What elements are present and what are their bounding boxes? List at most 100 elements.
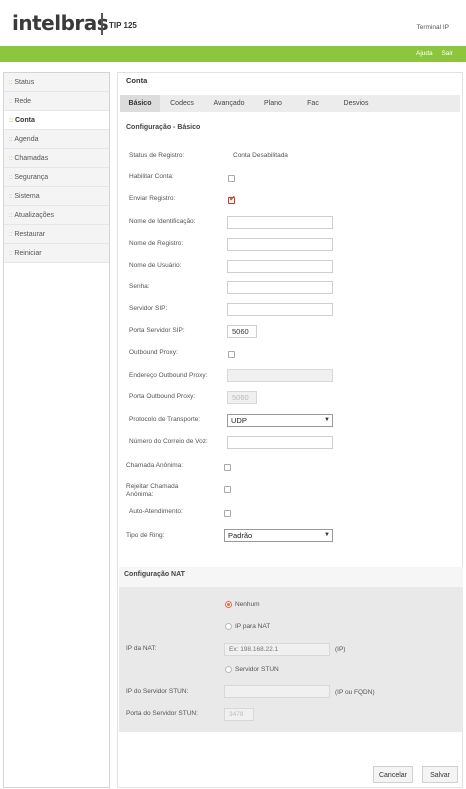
cancel-button[interactable]: Cancelar xyxy=(373,766,413,783)
sidebar-item-label: Chamadas xyxy=(14,155,49,162)
top-bar xyxy=(0,46,466,62)
dropdown-arrow-icon: ▼ xyxy=(324,417,330,423)
reg-name-label: Nome de Registro: xyxy=(129,240,184,247)
nat-none-label: Nenhum xyxy=(235,601,260,608)
nat-ip-option-label: IP para NAT xyxy=(235,623,271,630)
tab-codecs[interactable]: Codecs xyxy=(162,95,202,112)
ring-type-label: Tipo de Ring: xyxy=(126,532,165,539)
auto-answer-label: Auto-Atendimento: xyxy=(129,508,183,515)
bullet-icon: :: xyxy=(9,80,13,86)
reg-name-input[interactable] xyxy=(227,238,333,251)
page-title: Conta xyxy=(126,76,148,85)
header: intelbras TIP 125 Terminal IP xyxy=(0,0,466,46)
voicemail-label: Número do Correio de Voz: xyxy=(129,438,208,445)
sip-port-input[interactable] xyxy=(227,325,257,338)
tab-avancado[interactable]: Avançado xyxy=(204,95,254,112)
nat-section-title: Configuração NAT xyxy=(124,571,185,578)
stun-server-suffix: (IP ou FQDN) xyxy=(335,689,375,696)
sidebar-item-restaurar[interactable]: :: Restaurar xyxy=(4,225,109,244)
transport-select[interactable]: UDP ▼ xyxy=(227,414,333,427)
tab-bar: Básico Codecs Avançado Plano Fac Desvios xyxy=(120,95,460,112)
sidebar-item-label: Rede xyxy=(14,98,32,105)
sip-server-input[interactable] xyxy=(227,303,333,316)
sidebar-item-label: Agenda xyxy=(14,136,39,143)
sidebar-item-label: Status xyxy=(14,79,35,86)
transport-label: Protocolo de Transporte: xyxy=(129,416,201,423)
sidebar: :: Status :: Rede :: Conta :: Agenda :: Chama… xyxy=(3,72,110,788)
brand-logo: intelbras xyxy=(12,11,109,35)
sidebar-item-status[interactable]: :: Status xyxy=(4,73,109,92)
ring-type-select[interactable]: Padrão ▼ xyxy=(224,529,333,542)
bullet-icon: :: xyxy=(9,213,13,219)
nat-section: Configuração NAT Nenhum IP para NAT IP d… xyxy=(119,567,463,732)
sidebar-item-chamadas[interactable]: :: Chamadas xyxy=(4,149,109,168)
id-name-input[interactable] xyxy=(227,216,333,229)
sidebar-item-conta[interactable]: :: Conta xyxy=(4,111,109,130)
dropdown-arrow-icon: ▼ xyxy=(324,532,330,538)
sip-port-label: Porta Servidor SIP: xyxy=(129,327,185,334)
nat-stun-option-label: Servidor STUN xyxy=(235,666,279,673)
stun-server-label: IP do Servidor STUN: xyxy=(126,688,189,695)
send-registration-label: Enviar Registro: xyxy=(129,195,176,202)
outbound-address-input[interactable] xyxy=(227,369,333,382)
sidebar-item-seguranca[interactable]: :: Segurança xyxy=(4,168,109,187)
voicemail-input[interactable] xyxy=(227,436,333,449)
sidebar-item-reiniciar[interactable]: :: Reiniciar xyxy=(4,244,109,263)
sidebar-item-label: Conta xyxy=(15,117,35,124)
nat-ip-label: IP da NAT: xyxy=(126,645,157,652)
user-name-label: Nome de Usuário: xyxy=(129,262,182,269)
nat-none-radio[interactable] xyxy=(225,601,232,608)
sidebar-item-label: Atualizações xyxy=(14,212,55,219)
sip-server-label: Servidor SIP: xyxy=(129,305,168,312)
reject-anon-checkbox[interactable] xyxy=(224,486,231,493)
nat-ip-radio[interactable] xyxy=(225,623,232,630)
model-name: TIP 125 xyxy=(109,21,137,30)
bullet-icon: :: xyxy=(9,156,13,162)
tab-fac[interactable]: Fac xyxy=(298,95,328,112)
stun-server-input[interactable] xyxy=(224,685,330,698)
sidebar-item-sistema[interactable]: :: Sistema xyxy=(4,187,109,206)
sidebar-item-agenda[interactable]: :: Agenda xyxy=(4,130,109,149)
bullet-icon: :: xyxy=(9,137,13,143)
sidebar-item-label: Segurança xyxy=(14,174,49,181)
reject-anon-label: Rejeitar Chamada xyxy=(126,483,179,490)
send-registration-checkbox[interactable] xyxy=(228,194,236,204)
nat-ip-input[interactable] xyxy=(224,643,330,656)
logo-divider xyxy=(101,13,103,35)
auto-answer-checkbox[interactable] xyxy=(224,510,231,517)
outbound-port-label: Porta Outbound Proxy: xyxy=(129,393,196,400)
enable-account-label: Habilitar Conta: xyxy=(129,173,174,180)
sidebar-item-rede[interactable]: :: Rede xyxy=(4,92,109,111)
save-button[interactable]: Salvar xyxy=(422,766,458,783)
device-type: Terminal IP xyxy=(416,24,449,31)
sidebar-item-atualizacoes[interactable]: :: Atualizações xyxy=(4,206,109,225)
outbound-proxy-label: Outbound Proxy: xyxy=(129,349,178,356)
sidebar-item-label: Sistema xyxy=(14,193,40,200)
bullet-icon: :: xyxy=(9,194,13,200)
outbound-proxy-checkbox[interactable] xyxy=(228,351,235,358)
stun-port-label: Porta do Servidor STUN: xyxy=(126,710,198,717)
anon-call-checkbox[interactable] xyxy=(224,464,231,471)
status-label: Status de Registro: xyxy=(129,152,185,159)
nat-stun-radio[interactable] xyxy=(225,666,232,673)
stun-port-input[interactable] xyxy=(224,708,254,721)
tab-plano[interactable]: Plano xyxy=(256,95,290,112)
tab-desvios[interactable]: Desvios xyxy=(334,95,378,112)
password-input[interactable] xyxy=(227,281,333,294)
sidebar-item-label: Reiniciar xyxy=(14,250,42,257)
outbound-address-label: Endereço Outbound Proxy: xyxy=(129,372,208,379)
bullet-icon: :: xyxy=(9,251,13,257)
enable-account-checkbox[interactable] xyxy=(228,175,235,182)
user-name-input[interactable] xyxy=(227,260,333,273)
reject-anon-label-cont: Anônima: xyxy=(126,491,154,498)
bullet-icon: :: xyxy=(9,232,13,238)
main-content: Conta Básico Codecs Avançado Plano Fac D… xyxy=(117,72,463,788)
help-link[interactable]: Ajuda xyxy=(416,50,433,57)
tab-basico[interactable]: Básico xyxy=(120,95,160,112)
outbound-port-input[interactable] xyxy=(227,391,257,404)
bullet-icon: :: xyxy=(9,99,13,105)
ring-type-value: Padrão xyxy=(228,531,253,540)
status-value: Conta Desabilitada xyxy=(233,152,288,159)
logout-link[interactable]: Sair xyxy=(441,50,453,57)
sidebar-item-label: Restaurar xyxy=(14,231,46,238)
